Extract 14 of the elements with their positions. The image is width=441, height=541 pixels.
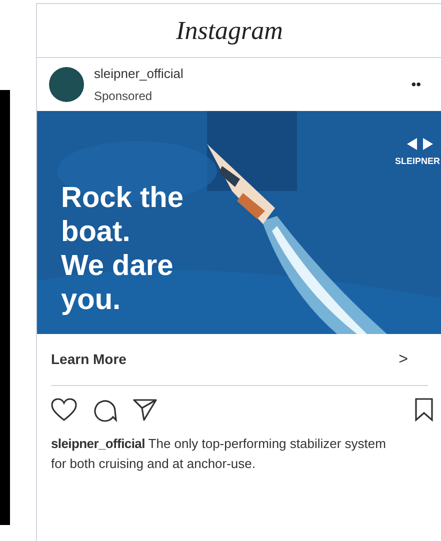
send-icon[interactable] [133, 398, 157, 422]
heart-icon[interactable] [51, 398, 77, 422]
comment-icon[interactable] [93, 398, 117, 422]
brand-logo-text: SLEIPNER [394, 155, 440, 168]
account-name[interactable]: sleipner_official [94, 64, 184, 84]
app-logo: Instagram [176, 15, 283, 47]
sponsored-label: Sponsored [94, 88, 154, 105]
ad-headline: Rock the boat. We dare you. [61, 181, 184, 317]
more-button[interactable]: •• [411, 74, 421, 95]
avatar [49, 67, 84, 102]
chevron-icon: > [398, 348, 408, 372]
bookmark-icon[interactable] [415, 398, 433, 422]
post-caption: sleipner_official The only top-performing stabilizer system for both cruising and at anchor-use. [50, 435, 387, 473]
learn-more-link[interactable]: Learn More [51, 349, 126, 370]
